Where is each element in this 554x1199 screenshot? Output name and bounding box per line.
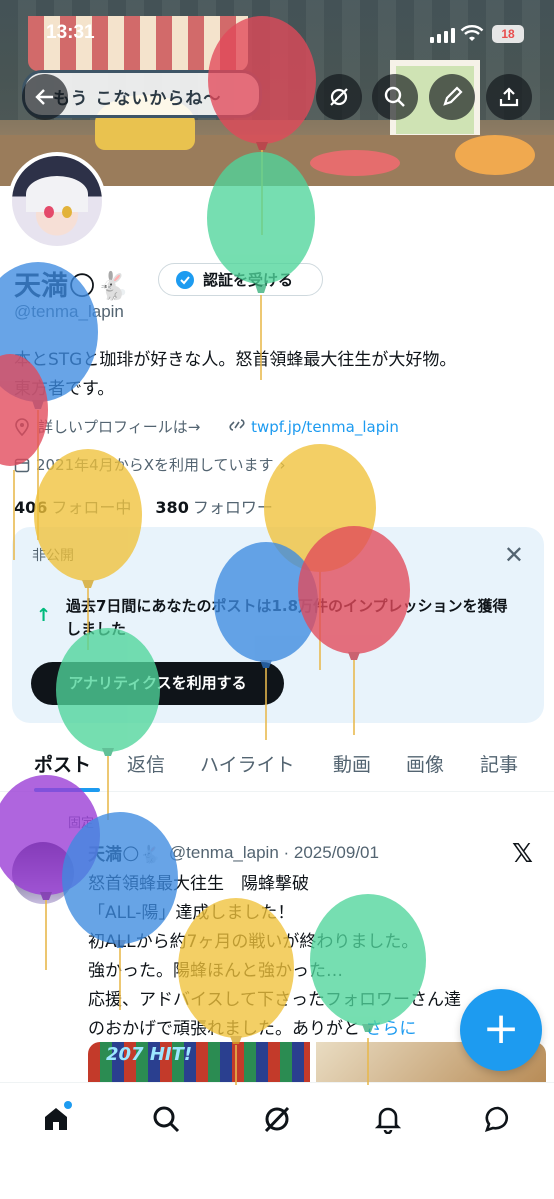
back-button[interactable] bbox=[22, 74, 68, 120]
signal-icon bbox=[430, 28, 455, 43]
nav-notifications[interactable] bbox=[368, 1099, 408, 1139]
search-icon bbox=[153, 1106, 180, 1133]
arrow-up-icon: ↑ bbox=[36, 605, 52, 626]
tab-posts[interactable]: ポスト bbox=[34, 750, 91, 777]
nav-grok[interactable] bbox=[257, 1099, 297, 1139]
verify-label: 認証を受ける bbox=[203, 271, 294, 289]
status-bar: 13:31 18 bbox=[0, 22, 554, 50]
post-line: 「ALL-陽」達成しました！ bbox=[88, 903, 295, 923]
notification-dot bbox=[64, 1101, 72, 1109]
analytics-button[interactable]: アナリティクスを利用する bbox=[31, 662, 284, 705]
profile-handle: @tenma_lapin bbox=[14, 302, 124, 321]
avatar-eye-left bbox=[44, 206, 54, 218]
profile-website-link[interactable]: twpf.jp/tenma_lapin bbox=[228, 418, 399, 436]
status-time: 13:31 bbox=[46, 22, 95, 43]
search-icon bbox=[384, 86, 405, 107]
followers-count: 380 bbox=[155, 498, 189, 517]
grok-icon bbox=[264, 1106, 290, 1133]
profile-bio: 本とSTGと珈琲が好きな人。怒首領蜂最大往生が大好物。 東方者です。 bbox=[14, 346, 549, 404]
profile-tabs: ポスト 返信 ハイライト 動画 画像 記事 bbox=[0, 740, 554, 792]
banner-table bbox=[310, 150, 400, 176]
post-line: 怒首領蜂最大往生 陽蜂撃破 bbox=[88, 874, 309, 894]
pen-icon bbox=[443, 86, 463, 106]
nav-home[interactable] bbox=[36, 1099, 76, 1139]
profile-joined[interactable]: 2021年4月からXを利用しています › bbox=[14, 454, 286, 475]
impressions-message: 過去7日間にあなたのポストは1.8万件のインプレッションを獲得しました bbox=[66, 597, 508, 638]
tab-replies[interactable]: 返信 bbox=[127, 750, 165, 777]
bio-line: 東方者です。 bbox=[14, 379, 115, 399]
verify-button[interactable]: 認証を受ける bbox=[158, 263, 323, 296]
profile-meta-links: 詳しいプロフィールは→ twpf.jp/tenma_lapin bbox=[14, 416, 399, 437]
post-avatar[interactable] bbox=[12, 842, 74, 904]
location-icon bbox=[15, 417, 29, 436]
tab-highlights[interactable]: ハイライト bbox=[200, 750, 295, 777]
post-author[interactable]: 天満🌕🐇 bbox=[88, 840, 161, 865]
active-tab-indicator bbox=[34, 788, 100, 792]
battery-indicator: 18 bbox=[492, 25, 524, 43]
media-score-text: 207 HIT! bbox=[106, 1044, 193, 1065]
tab-videos[interactable]: 動画 bbox=[333, 750, 371, 777]
private-label: 非公開 bbox=[32, 548, 74, 564]
share-button[interactable] bbox=[486, 74, 532, 120]
calendar-icon bbox=[14, 458, 30, 472]
profile-name: 天満🌕🐇 bbox=[14, 271, 130, 302]
link-icon bbox=[229, 418, 245, 431]
analytics-card: 非公開 ✕ ↑ 過去7日間にあなたのポストは1.8万件のインプレッションを獲得し… bbox=[12, 527, 544, 723]
post-media-1[interactable]: 207 HIT! bbox=[88, 1042, 310, 1082]
following-count: 406 bbox=[14, 498, 48, 517]
post-line: 初ALLから約7ヶ月の戦いが終わりました。 bbox=[88, 932, 419, 952]
x-logo-icon: 𝕏 bbox=[512, 839, 533, 869]
tab-articles[interactable]: 記事 bbox=[480, 750, 518, 777]
follow-stats: 406 フォロー中 380 フォロワー bbox=[14, 494, 273, 518]
chevron-right-icon: › bbox=[279, 455, 286, 474]
close-icon[interactable]: ✕ bbox=[504, 541, 524, 569]
avatar-eye-right bbox=[62, 206, 72, 218]
post-line: のおかげで頑張れました。ありがと bbox=[88, 1019, 360, 1039]
grok-icon bbox=[330, 88, 348, 106]
grok-button[interactable] bbox=[316, 74, 362, 120]
followers-link[interactable]: 380 フォロワー bbox=[155, 494, 272, 518]
joined-text: 2021年4月からXを利用しています bbox=[36, 456, 274, 474]
post-handle-date: @tenma_lapin · 2025/09/01 bbox=[168, 842, 379, 862]
profile-avatar[interactable] bbox=[8, 152, 106, 250]
followers-label: フォロワー bbox=[192, 498, 273, 517]
banner-stool bbox=[455, 135, 535, 175]
tab-images[interactable]: 画像 bbox=[406, 750, 444, 777]
profile-location: 詳しいプロフィールは→ bbox=[38, 418, 201, 436]
avatar-image bbox=[12, 156, 102, 246]
nav-messages[interactable] bbox=[478, 1099, 518, 1139]
edit-button[interactable] bbox=[429, 74, 475, 120]
following-label: フォロー中 bbox=[51, 498, 132, 517]
avatar-hair bbox=[26, 176, 88, 212]
messages-icon bbox=[484, 1106, 509, 1133]
show-more-link[interactable]: さらに bbox=[365, 1019, 416, 1039]
nav-search[interactable] bbox=[146, 1099, 186, 1139]
compose-button[interactable]: + bbox=[460, 989, 542, 1071]
post-line: 強かった。陽蜂ほんと強かった… bbox=[88, 961, 343, 981]
notifications-icon bbox=[374, 1107, 402, 1134]
wifi-icon bbox=[460, 25, 484, 47]
share-icon bbox=[499, 87, 519, 107]
following-link[interactable]: 406 フォロー中 bbox=[14, 494, 131, 518]
pinned-label: 固定 bbox=[68, 816, 95, 831]
bio-line: 本とSTGと珈琲が好きな人。怒首領蜂最大往生が大好物。 bbox=[14, 350, 457, 370]
verified-badge-icon bbox=[176, 270, 194, 289]
profile-url[interactable]: twpf.jp/tenma_lapin bbox=[251, 418, 399, 436]
post-header: 天満🌕🐇 @tenma_lapin · 2025/09/01 bbox=[88, 840, 379, 866]
back-arrow-icon bbox=[35, 89, 53, 105]
search-button[interactable] bbox=[372, 74, 418, 120]
bottom-nav bbox=[0, 1082, 554, 1199]
